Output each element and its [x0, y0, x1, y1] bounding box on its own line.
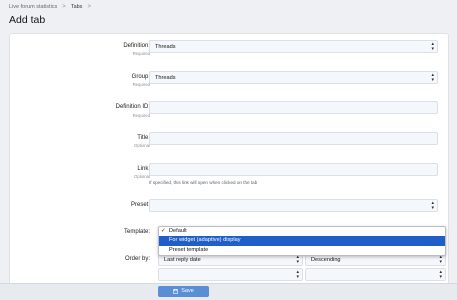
- breadcrumb-item-tabs[interactable]: Tabs: [71, 4, 83, 10]
- definition-id-input[interactable]: [149, 101, 438, 114]
- group-value: Threads: [155, 75, 176, 81]
- template-option-widget-adaptive[interactable]: For widget (adaptive) display: [159, 236, 445, 246]
- check-icon: ✓: [161, 228, 166, 234]
- select-arrows-icon: ▴ ▾: [296, 254, 299, 265]
- preset-label: Preset:: [130, 202, 150, 208]
- group-label: Group:: [131, 74, 150, 80]
- form-submit-row: [0, 283, 457, 300]
- link-optional-hint: Optional: [133, 174, 150, 179]
- save-icon: [173, 289, 179, 294]
- template-option-preset-template[interactable]: Preset template: [159, 246, 445, 255]
- group-required-hint: Required: [132, 82, 150, 87]
- title-input[interactable]: [149, 132, 438, 145]
- link-explain-text: If specified, this link will open when c…: [149, 180, 258, 185]
- save-button-label: Save: [181, 288, 194, 294]
- template-label: Template:: [123, 229, 150, 235]
- page-title: Add tab: [9, 14, 46, 26]
- breadcrumb-item-live-forum-statistics[interactable]: Live forum statistics: [9, 4, 57, 10]
- order-by-field-value: Last reply date: [164, 257, 201, 263]
- breadcrumb-separator: >: [87, 4, 91, 10]
- select-arrows-icon: ▴ ▾: [431, 41, 434, 52]
- order-by-label: Order by:: [124, 256, 150, 262]
- link-input[interactable]: [149, 163, 438, 176]
- definition-required-hint: Required: [132, 51, 150, 56]
- select-arrows-icon: ▴ ▾: [431, 200, 434, 211]
- extra-right-select[interactable]: ▴ ▾: [305, 268, 446, 281]
- definition-label: Definition:: [123, 43, 150, 49]
- select-arrows-icon: ▴ ▾: [439, 254, 442, 265]
- group-select[interactable]: Threads ▴ ▾: [149, 71, 438, 84]
- title-optional-hint: Optional: [133, 143, 150, 148]
- select-arrows-icon: ▴ ▾: [439, 269, 442, 280]
- save-button[interactable]: Save: [158, 286, 209, 297]
- template-dropdown-menu[interactable]: ✓ Default For widget (adaptive) display P…: [158, 226, 446, 256]
- definition-id-label: Definition ID:: [115, 104, 150, 110]
- preset-select[interactable]: ▴ ▾: [149, 199, 438, 212]
- breadcrumb: Live forum statistics > Tabs >: [9, 4, 91, 10]
- definition-select[interactable]: Threads ▴ ▾: [149, 40, 438, 53]
- definition-id-required-hint: Required: [132, 113, 150, 118]
- extra-left-select[interactable]: ▴ ▾: [158, 268, 303, 281]
- select-arrows-icon: ▴ ▾: [431, 72, 434, 83]
- definition-value: Threads: [155, 44, 176, 50]
- select-arrows-icon: ▴ ▾: [296, 269, 299, 280]
- breadcrumb-separator: >: [62, 4, 66, 10]
- template-option-default[interactable]: ✓ Default: [159, 227, 445, 236]
- order-by-direction-value: Descending: [311, 257, 341, 263]
